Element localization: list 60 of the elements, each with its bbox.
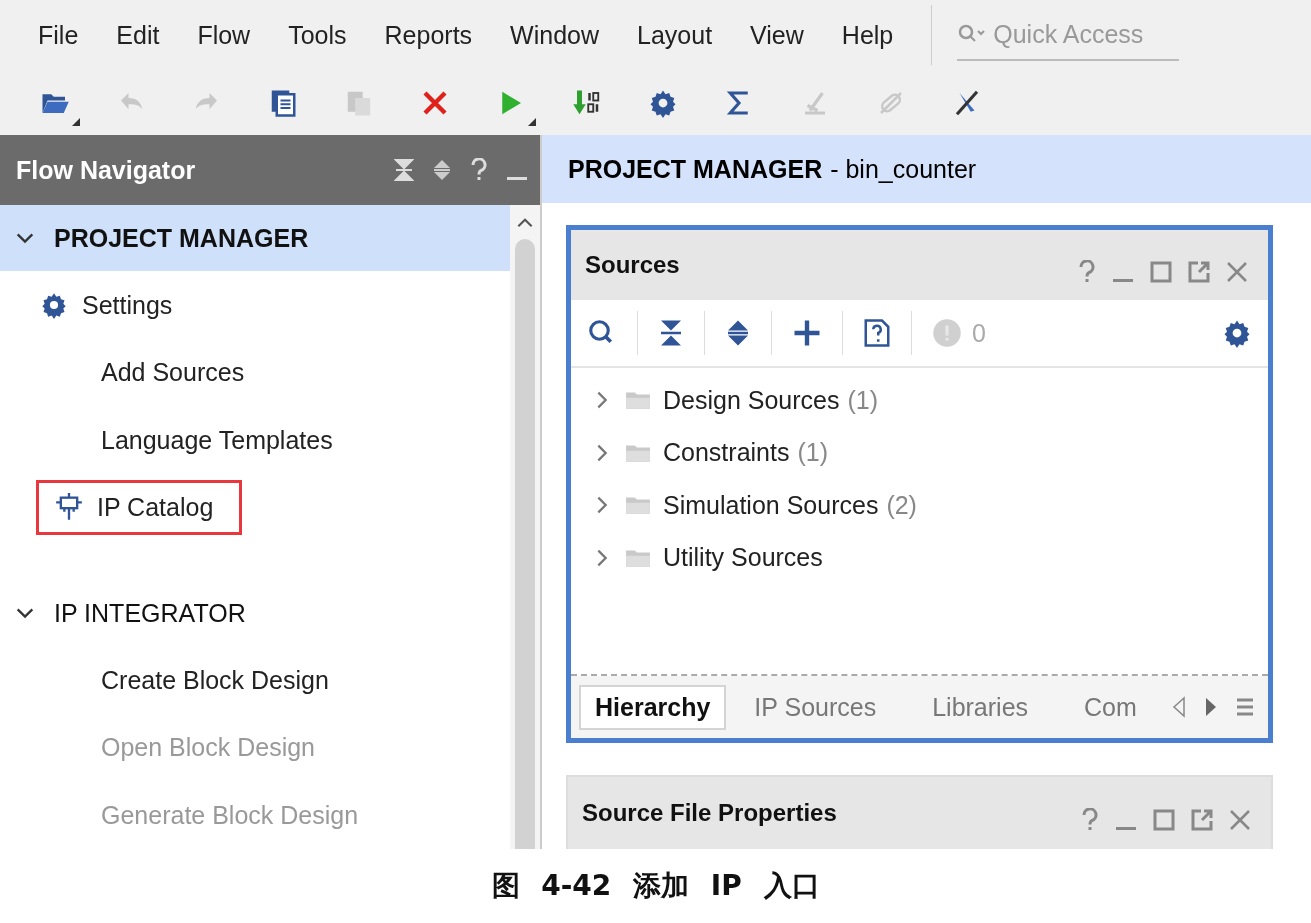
maximize-icon[interactable] bbox=[1153, 809, 1175, 831]
tree-item[interactable]: Utility Sources bbox=[663, 543, 823, 573]
nav-item[interactable]: IP Catalog bbox=[36, 479, 243, 535]
menu-item[interactable]: Tools bbox=[288, 20, 347, 50]
chip-icon bbox=[55, 493, 83, 522]
menu-item[interactable]: File bbox=[38, 20, 79, 50]
nav-item[interactable]: Create Block Design bbox=[101, 665, 329, 695]
tab[interactable]: Hierarchy bbox=[579, 684, 727, 730]
menu-item[interactable]: Flow bbox=[197, 20, 251, 50]
header-title: PROJECT MANAGER bbox=[568, 154, 823, 184]
folder-icon bbox=[625, 494, 651, 517]
nav-item[interactable]: Language Templates bbox=[101, 425, 333, 455]
dropdown-icon[interactable] bbox=[72, 117, 80, 126]
expand-all-icon[interactable] bbox=[725, 318, 751, 348]
gear-icon bbox=[40, 291, 68, 320]
tab[interactable]: Libraries bbox=[916, 684, 1045, 730]
menu-item[interactable]: View bbox=[750, 20, 804, 50]
expand-all-icon[interactable] bbox=[432, 158, 452, 182]
collapse-all-icon[interactable] bbox=[658, 318, 684, 348]
nav-item[interactable]: Settings bbox=[40, 290, 173, 320]
section-label: IP INTEGRATOR bbox=[54, 598, 246, 628]
warning-icon bbox=[932, 318, 962, 348]
folder-icon bbox=[625, 389, 651, 412]
menu-item[interactable]: Window bbox=[510, 20, 600, 50]
help-icon[interactable] bbox=[1078, 260, 1096, 284]
nav-section-header[interactable]: IP INTEGRATOR bbox=[0, 580, 510, 647]
add-icon[interactable] bbox=[792, 318, 822, 348]
maximize-icon[interactable] bbox=[1150, 261, 1172, 283]
warning-count: 0 bbox=[972, 318, 987, 348]
menu-item[interactable]: Edit bbox=[116, 20, 160, 50]
tree-item[interactable]: Design Sources (1) bbox=[663, 385, 879, 415]
panel-title: Flow Navigator bbox=[16, 155, 197, 185]
nav-item[interactable]: Add Sources bbox=[101, 358, 245, 388]
quick-access-field[interactable]: Quick Access bbox=[991, 18, 1176, 50]
nav-section-header[interactable]: PROJECT MANAGER bbox=[0, 205, 510, 272]
scrollbar[interactable] bbox=[510, 205, 540, 849]
menu-icon[interactable] bbox=[1236, 697, 1254, 717]
help-document-icon[interactable] bbox=[863, 318, 891, 348]
tab[interactable]: IP Sources bbox=[738, 684, 893, 730]
help-icon[interactable] bbox=[1081, 808, 1099, 832]
close-icon[interactable] bbox=[1229, 809, 1251, 831]
menu-item[interactable]: Help bbox=[841, 20, 894, 50]
settings-icon[interactable] bbox=[1222, 318, 1252, 348]
scroll-left-icon[interactable] bbox=[1172, 696, 1186, 718]
tab[interactable]: Com bbox=[1068, 684, 1153, 730]
tree-item[interactable]: Simulation Sources (2) bbox=[663, 490, 917, 520]
dropdown-icon[interactable] bbox=[528, 117, 536, 126]
menu-item[interactable]: Reports bbox=[384, 20, 473, 50]
menu-item[interactable]: Layout bbox=[637, 20, 713, 50]
panel-title: Source File Properties bbox=[582, 799, 838, 827]
project-name: - bin_counter bbox=[830, 154, 977, 184]
collapse-all-icon[interactable] bbox=[394, 158, 414, 182]
tree-item[interactable]: Constraints (1) bbox=[663, 438, 828, 468]
float-icon[interactable] bbox=[1191, 809, 1213, 831]
panel-title: Sources bbox=[585, 251, 681, 279]
scroll-right-icon[interactable] bbox=[1204, 696, 1218, 718]
section-label: PROJECT MANAGER bbox=[54, 223, 309, 253]
close-icon[interactable] bbox=[1226, 261, 1248, 283]
float-icon[interactable] bbox=[1188, 261, 1210, 283]
figure-caption: 图 4-42 添加 IP 入口 bbox=[490, 868, 821, 904]
